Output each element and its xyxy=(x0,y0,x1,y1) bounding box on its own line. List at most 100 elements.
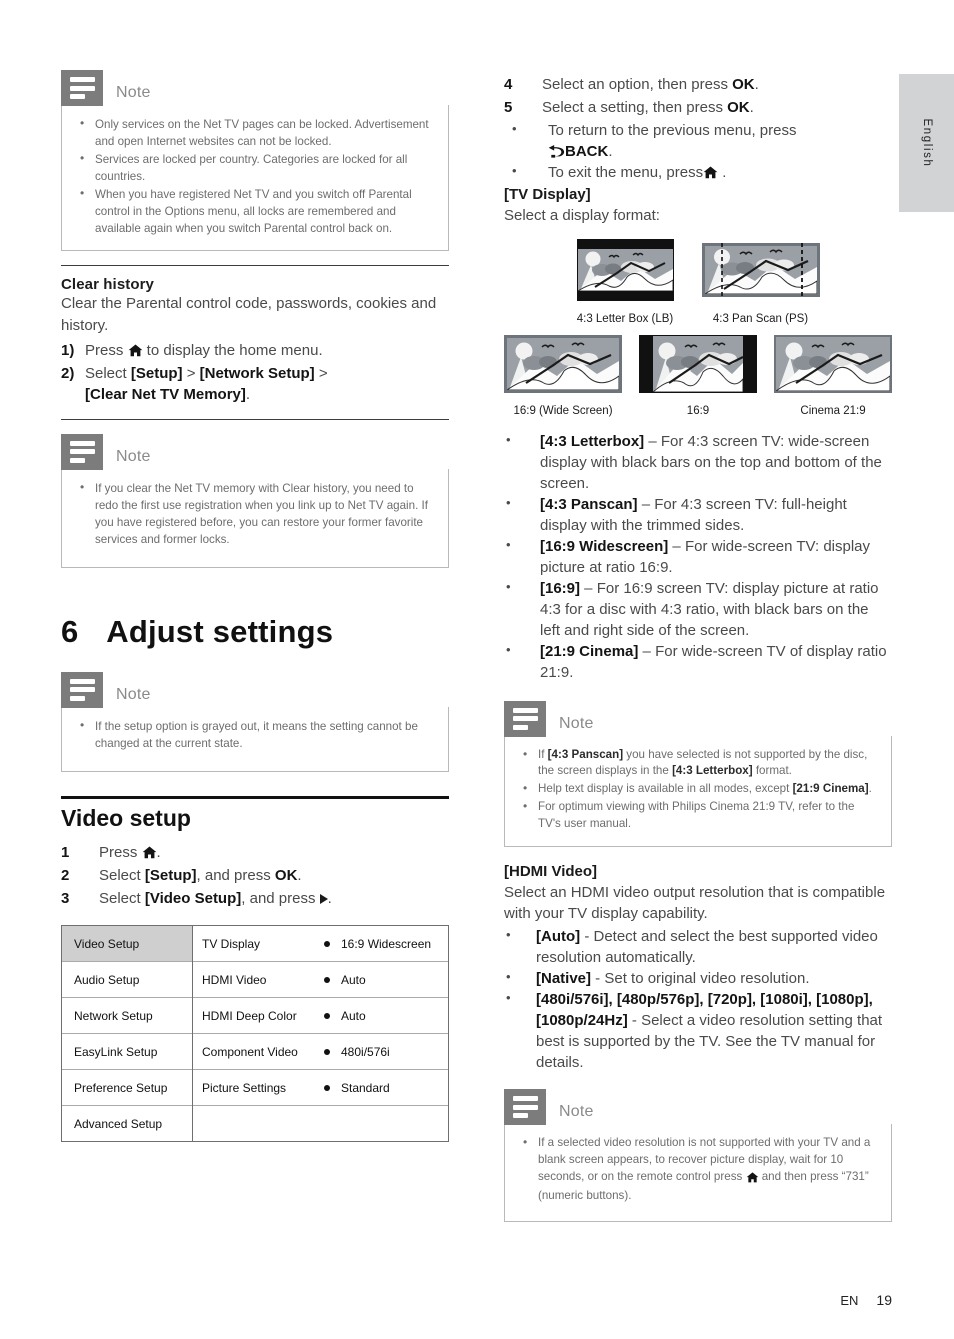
bullet-icon xyxy=(324,1048,330,1055)
note-title: Note xyxy=(116,685,151,703)
note-box-panscan: Note If [4:3 Panscan] you have selected … xyxy=(504,700,892,847)
cinema-illustration xyxy=(774,334,892,393)
setup-menu-options: TV Display 16:9 Widescreen HDMI Video Au… xyxy=(193,926,448,1141)
tv-illustration xyxy=(774,334,892,398)
step-marker: 2) xyxy=(61,364,75,382)
note-body: If the setup option is grayed out, it me… xyxy=(61,706,449,772)
note-title: Note xyxy=(559,1103,594,1121)
option-text: [Native] - Set to original video resolut… xyxy=(536,970,810,988)
step-marker: 4 xyxy=(504,76,513,93)
format-text: [4:3 Panscan] – For 4:3 screen TV: full-… xyxy=(540,495,847,534)
menu-row-component-video[interactable]: Component Video 480i/576i xyxy=(193,1034,448,1070)
note-item: When you have registered Net TV and you … xyxy=(76,185,432,237)
list-item: 1) Press to display the home menu. xyxy=(61,340,449,361)
bullet-icon xyxy=(324,940,330,947)
clear-history-steps: 1) Press to display the home menu. 2) Se… xyxy=(61,340,449,405)
hdmi-video-intro: Select an HDMI video output resolution t… xyxy=(504,883,886,923)
bullet-icon xyxy=(324,976,330,983)
tv-illustration xyxy=(639,334,757,398)
tv-illustration xyxy=(576,238,674,306)
step-text: Press . xyxy=(99,844,161,861)
home-icon xyxy=(703,166,718,179)
bullet-icon xyxy=(324,1012,330,1019)
back-arrow-icon xyxy=(548,145,565,158)
menu-row-hdmi-deep-color[interactable]: HDMI Deep Color Auto xyxy=(193,998,448,1034)
note-body: If you clear the Net TV memory with Clea… xyxy=(61,468,449,568)
step-text: Select an option, then press OK. xyxy=(542,76,759,93)
sub-bullet-text: To exit the menu, press . xyxy=(548,164,727,181)
chapter-heading: 6 Adjust settings xyxy=(61,614,449,650)
list-item: 1 Press . xyxy=(61,842,449,863)
figure-caption: 16:9 xyxy=(686,404,710,417)
list-item: • [Native] - Set to original video resol… xyxy=(504,968,892,989)
language-tab-label: English xyxy=(920,118,933,168)
hdmi-video-heading: [HDMI Video] xyxy=(504,862,598,880)
divider xyxy=(61,265,449,267)
tv-display-intro: Select a display format: xyxy=(504,207,660,225)
tv-format-figures-row-2: 16:9 (Wide Screen) 16:9 Cinema 21:9 xyxy=(504,334,892,417)
clear-history-intro: Clear the Parental control code, passwor… xyxy=(61,295,437,334)
list-item: • [480i/576i], [480p/576p], [720p], [108… xyxy=(504,989,892,1073)
sidebar-item-network-setup[interactable]: Network Setup xyxy=(62,998,192,1034)
list-item: • [Auto] - Detect and select the best su… xyxy=(504,926,892,968)
menu-option-label: Picture Settings xyxy=(202,1080,287,1095)
figure-caption: 16:9 (Wide Screen) xyxy=(513,404,613,417)
bullet-icon: • xyxy=(506,494,511,510)
list-item: • [16:9 Widescreen] – For wide-screen TV… xyxy=(504,536,892,578)
bullet-icon: • xyxy=(506,927,511,943)
note-box-net-tv-memory: Note If you clear the Net TV memory with… xyxy=(61,433,449,568)
menu-option-value: Auto xyxy=(341,1008,366,1023)
step-marker: 1 xyxy=(61,844,70,861)
note-item: If a selected video resolution is not su… xyxy=(519,1134,875,1204)
note-icon xyxy=(61,433,103,470)
note-body: If [4:3 Panscan] you have selected is no… xyxy=(504,735,892,847)
menu-option-label: HDMI Deep Color xyxy=(202,1008,297,1023)
menu-row-hdmi-video[interactable]: HDMI Video Auto xyxy=(193,962,448,998)
note-list: If [4:3 Panscan] you have selected is no… xyxy=(519,746,875,833)
note-item: Help text display is available in all mo… xyxy=(519,780,875,798)
menu-row-tv-display[interactable]: TV Display 16:9 Widescreen xyxy=(193,926,448,962)
note-icon xyxy=(504,1089,546,1126)
note-body: If a selected video resolution is not su… xyxy=(504,1124,892,1222)
option-text: [480i/576i], [480p/576p], [720p], [1080i… xyxy=(536,991,883,1072)
step-text: Press to display the home menu. xyxy=(85,341,323,359)
note-list: If a selected video resolution is not su… xyxy=(519,1134,875,1204)
sidebar-item-audio-setup[interactable]: Audio Setup xyxy=(62,962,192,998)
chapter-number: 6 xyxy=(61,613,79,649)
menu-option-value: 480i/576i xyxy=(341,1044,390,1059)
sidebar-item-easylink-setup[interactable]: EasyLink Setup xyxy=(62,1034,192,1070)
figure-caption: 4:3 Letter Box (LB) xyxy=(576,312,674,325)
note-header: Note xyxy=(504,700,892,737)
note-header: Note xyxy=(504,1089,892,1126)
menu-option-value: 16:9 Widescreen xyxy=(341,936,432,951)
note-icon xyxy=(61,70,103,106)
list-item: • [16:9] – For 16:9 screen TV: display p… xyxy=(504,578,892,641)
sidebar-item-advanced-setup[interactable]: Advanced Setup xyxy=(62,1106,192,1142)
bullet-icon: • xyxy=(506,536,511,552)
list-item: • [4:3 Letterbox] – For 4:3 screen TV: w… xyxy=(504,431,892,494)
note-list: If you clear the Net TV memory with Clea… xyxy=(76,479,432,548)
note-box-unsupported-resolution: Note If a selected video resolution is n… xyxy=(504,1089,892,1222)
home-icon xyxy=(142,846,156,859)
figure-169-widescreen: 16:9 (Wide Screen) xyxy=(504,334,622,417)
panscan-illustration xyxy=(701,242,820,297)
note-list: Only services on the Net TV pages can be… xyxy=(76,115,432,237)
sidebar-item-preference-setup[interactable]: Preference Setup xyxy=(62,1070,192,1106)
home-icon xyxy=(746,1171,759,1188)
menu-option-value: Standard xyxy=(341,1080,390,1095)
menu-row-picture-settings[interactable]: Picture Settings Standard xyxy=(193,1070,448,1106)
bullet-icon: • xyxy=(506,641,511,657)
home-icon xyxy=(128,344,142,357)
play-right-icon xyxy=(319,894,328,904)
bullet-icon: • xyxy=(506,990,511,1006)
letterbox-illustration xyxy=(576,238,674,301)
video-setup-steps: 1 Press . 2 Select [Setup], and press OK… xyxy=(61,842,449,909)
note-title: Note xyxy=(116,84,151,101)
sidebar-item-video-setup[interactable]: Video Setup xyxy=(62,926,192,962)
hdmi-video-option-list: • [Auto] - Detect and select the best su… xyxy=(504,926,892,1073)
step-text: Select [Video Setup], and press . xyxy=(99,890,332,907)
note-box-parental-lock: Note Only services on the Net TV pages c… xyxy=(61,70,449,252)
tv-display-heading: [TV Display] xyxy=(504,186,591,203)
figure-caption: Cinema 21:9 xyxy=(800,404,866,417)
video-setup-heading: Video setup xyxy=(61,805,191,831)
